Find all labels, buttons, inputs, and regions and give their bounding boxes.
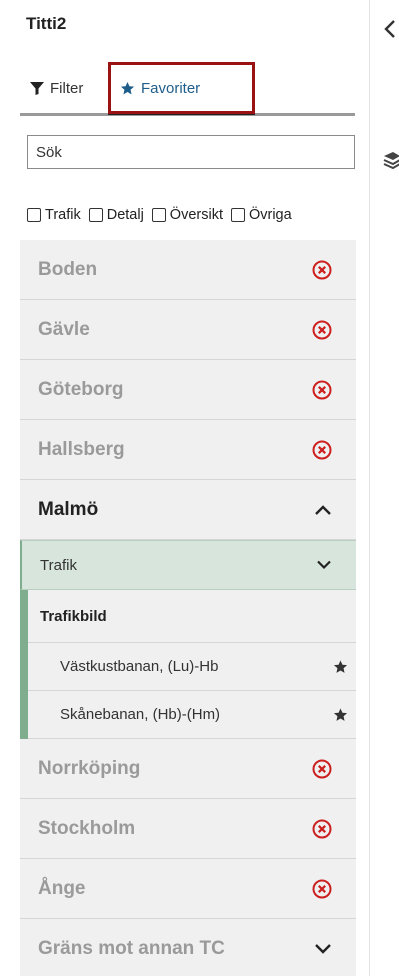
star-icon <box>120 81 135 95</box>
checkbox-box[interactable] <box>88 208 103 222</box>
tab-bar: Filter Favoriter <box>20 64 355 116</box>
checkbox-box[interactable] <box>230 208 245 222</box>
chevron-left-icon <box>384 20 395 38</box>
checkbox-label: Trafik <box>45 207 81 223</box>
tab-favoriter-label: Favoriter <box>141 80 201 97</box>
favorite-label: Västkustbanan, (Lu)-Hb <box>60 658 219 675</box>
remove-circle-icon[interactable] <box>312 260 332 280</box>
location-list: Boden Gävle Göteborg Hallsberg Malmö Tra… <box>20 240 356 976</box>
trafikbild-group: Trafikbild Västkustbanan, (Lu)-Hb Skåneb… <box>20 590 356 739</box>
favorite-item[interactable]: Skånebanan, (Hb)-(Hm) <box>28 691 356 739</box>
remove-circle-icon[interactable] <box>312 879 332 899</box>
category-label: Trafik <box>40 556 77 574</box>
location-row-boden[interactable]: Boden <box>20 240 356 300</box>
location-row-ange[interactable]: Ånge <box>20 859 356 919</box>
remove-circle-icon[interactable] <box>312 759 332 779</box>
remove-circle-icon[interactable] <box>312 320 332 340</box>
favorite-label: Skånebanan, (Hb)-(Hm) <box>60 706 221 723</box>
layers-icon <box>383 152 399 170</box>
checkbox-box[interactable] <box>151 208 166 222</box>
tab-favoriter[interactable]: Favoriter <box>120 64 200 113</box>
location-label: Hallsberg <box>38 438 125 460</box>
location-label: Stockholm <box>38 817 136 839</box>
location-label: Ånge <box>38 877 86 899</box>
collapse-panel-button[interactable] <box>382 18 399 40</box>
location-label: Göteborg <box>38 378 124 400</box>
checkbox-label: Detalj <box>106 207 144 223</box>
map-area-edge <box>371 0 399 976</box>
checkbox-label: Översikt <box>169 207 223 223</box>
checkbox-trafik[interactable]: Trafik <box>27 207 81 223</box>
location-row-hallsberg[interactable]: Hallsberg <box>20 420 356 480</box>
location-label: Boden <box>38 258 98 280</box>
checkbox-detalj[interactable]: Detalj <box>88 207 144 223</box>
type-filter-checkboxes: Trafik Detalj Översikt Övriga <box>27 204 362 226</box>
checkbox-box[interactable] <box>27 208 41 222</box>
location-label: Gräns mot annan TC <box>38 937 225 959</box>
location-row-stockholm[interactable]: Stockholm <box>20 799 356 859</box>
remove-circle-icon[interactable] <box>312 819 332 839</box>
location-row-gavle[interactable]: Gävle <box>20 300 356 360</box>
search-input[interactable] <box>27 135 355 169</box>
filter-icon <box>30 82 44 95</box>
favorite-item[interactable]: Västkustbanan, (Lu)-Hb <box>28 643 356 691</box>
remove-circle-icon[interactable] <box>312 380 332 400</box>
star-icon[interactable] <box>333 707 348 722</box>
remove-circle-icon[interactable] <box>312 440 332 460</box>
star-icon[interactable] <box>333 659 348 674</box>
location-label: Gävle <box>38 318 90 340</box>
group-title: Trafikbild <box>28 590 356 643</box>
active-tab-indicator <box>108 112 255 115</box>
location-label: Malmö <box>38 498 99 520</box>
checkbox-ovriga[interactable]: Övriga <box>230 207 292 223</box>
checkbox-oversikt[interactable]: Översikt <box>151 207 223 223</box>
favorites-panel: Titti2 Filter Favoriter Trafik Detalj Öv… <box>0 0 370 976</box>
location-row-grans[interactable]: Gräns mot annan TC <box>20 919 356 976</box>
location-row-norrkoping[interactable]: Norrköping <box>20 739 356 799</box>
tab-filter[interactable]: Filter <box>30 64 83 113</box>
category-row-trafik[interactable]: Trafik <box>20 540 356 590</box>
tab-filter-label: Filter <box>50 80 84 97</box>
location-label: Norrköping <box>38 757 141 779</box>
checkbox-label: Övriga <box>248 207 292 223</box>
app-title: Titti2 <box>26 14 67 33</box>
layers-button[interactable] <box>382 150 399 170</box>
chevron-down-icon[interactable] <box>316 560 332 571</box>
chevron-down-icon[interactable] <box>314 943 332 955</box>
location-row-malmo[interactable]: Malmö <box>20 480 356 540</box>
chevron-up-icon[interactable] <box>314 504 332 516</box>
location-row-goteborg[interactable]: Göteborg <box>20 360 356 420</box>
